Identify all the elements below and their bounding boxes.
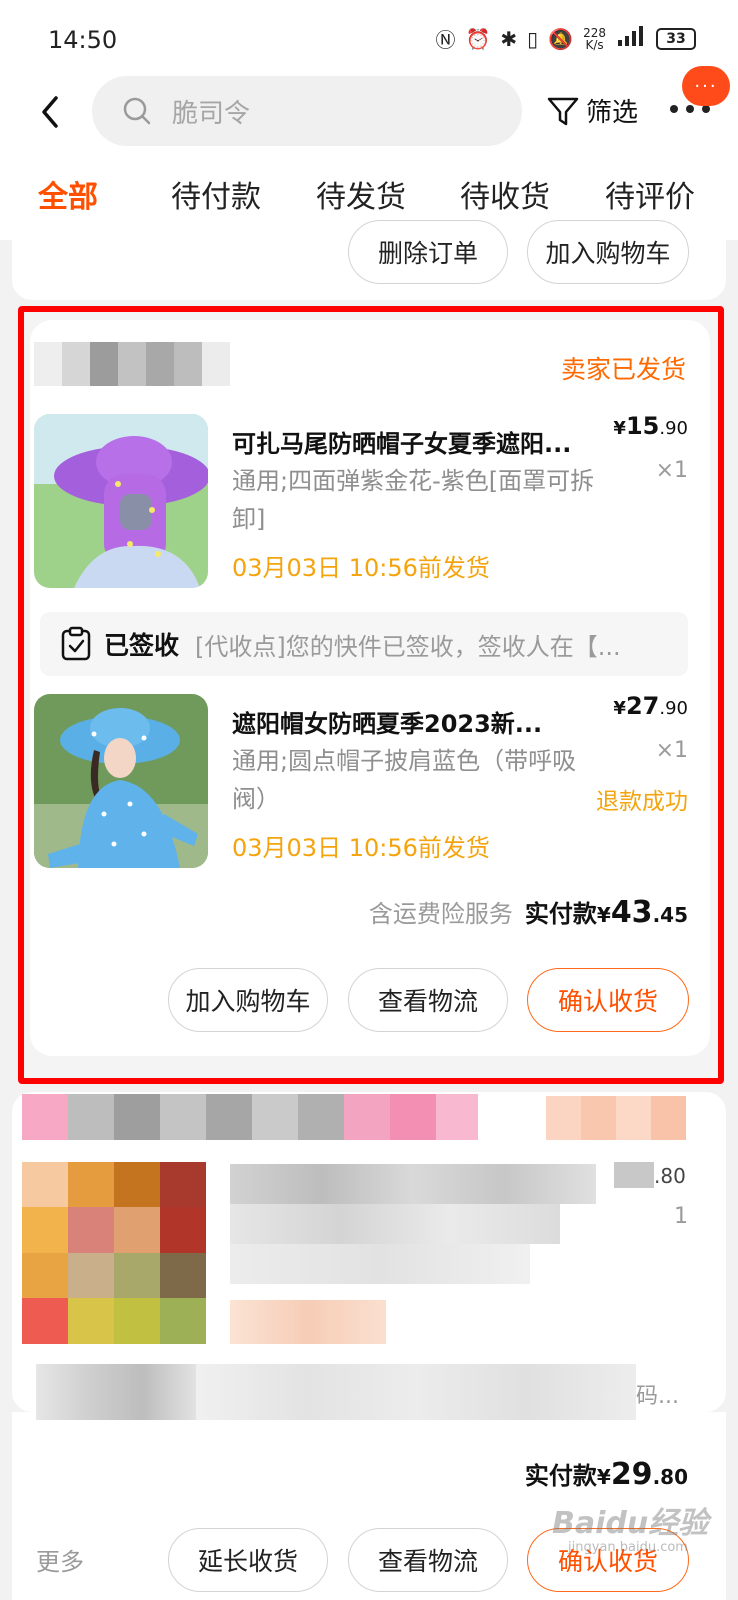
back-arrow-icon — [42, 96, 58, 128]
battery-icon: 33 — [656, 27, 696, 50]
product-image-1[interactable] — [34, 414, 208, 588]
search-input[interactable]: 脆司令 — [92, 76, 522, 146]
product-image-2[interactable] — [34, 694, 208, 868]
net-speed: 228 K/s — [583, 27, 606, 51]
product-qty-2: ×1 — [655, 738, 688, 763]
next-ship-time-blurred — [230, 1300, 386, 1344]
filter-label: 筛选 — [586, 98, 639, 128]
next-order-total: 实付款 ¥ 29 .80 — [525, 1456, 688, 1492]
alarm-icon: ⏰ — [465, 26, 491, 51]
ship-time-1: 03月03日 10:56前发货 — [232, 554, 490, 582]
filter-button[interactable]: 筛选 — [546, 92, 638, 129]
total-currency: ¥ — [596, 903, 611, 927]
filter-icon — [547, 97, 579, 125]
next-qty-partial: 1 — [674, 1204, 688, 1229]
search-icon — [123, 97, 151, 125]
next-shop-name-blurred — [22, 1094, 478, 1140]
logistics-detail: [代收点]您的快件已签收，签收人在【... — [195, 632, 621, 661]
blue-dotted-sun-hat-photo — [34, 694, 208, 868]
status-icons: Ⓝ ⏰ ✱ ▯ 🔕 228 K/s 33 — [435, 24, 696, 53]
search-placeholder: 脆司令 — [172, 98, 251, 129]
total-amount-int: 43 — [610, 895, 653, 930]
prev-add-to-cart-button[interactable]: 加入购物车 — [527, 220, 689, 284]
tab-pending-review[interactable]: 待评价 — [605, 172, 695, 216]
back-button[interactable] — [34, 92, 70, 132]
price-int-2: 27 — [625, 692, 660, 720]
add-to-cart-button[interactable]: 加入购物车 — [168, 968, 328, 1032]
total-amount-cents: .45 — [652, 903, 688, 927]
message-badge[interactable]: ··· — [682, 66, 730, 106]
product-price-2: ¥27.90 — [613, 692, 688, 720]
refund-status[interactable]: 退款成功 — [596, 782, 688, 816]
signal-icon — [616, 25, 646, 52]
next-logistics-blurred[interactable] — [36, 1364, 636, 1420]
product-title-1[interactable]: 可扎马尾防晒帽子女夏季遮阳... — [232, 424, 571, 459]
product-title-2[interactable]: 遮阳帽女防晒夏季2023新... — [232, 704, 542, 739]
mute-icon: 🔕 — [548, 26, 574, 51]
delete-order-button[interactable]: 删除订单 — [348, 220, 508, 284]
total-label: 实付款 — [524, 900, 597, 928]
next-total-currency: ¥ — [596, 1465, 611, 1489]
next-view-logistics-button[interactable]: 查看物流 — [348, 1528, 508, 1592]
extend-receipt-button[interactable]: 延长收货 — [168, 1528, 328, 1592]
next-total-label: 实付款 — [524, 1462, 597, 1490]
next-price-partial: .80 — [654, 1164, 686, 1188]
price-int-1: 15 — [625, 412, 660, 440]
shipping-insurance-note: 含运费险服务 — [368, 900, 513, 928]
tab-pending-payment[interactable]: 待付款 — [171, 172, 261, 216]
next-total-int: 29 — [610, 1457, 653, 1492]
status-time: 14:50 — [48, 26, 118, 54]
view-logistics-button[interactable]: 查看物流 — [348, 968, 508, 1032]
product-spec-1: 通用;四面弹紫金花-紫色[面罩可拆卸] — [232, 467, 595, 533]
next-product-info-blurred — [230, 1164, 596, 1284]
logistics-row[interactable]: 已签收 [代收点]您的快件已签收，签收人在【... — [40, 612, 688, 676]
currency-symbol: ¥ — [613, 418, 626, 439]
tab-pending-receipt[interactable]: 待收货 — [460, 172, 550, 216]
tab-pending-shipment[interactable]: 待发货 — [316, 172, 406, 216]
product-spec-2: 通用;圆点帽子披肩蓝色（带呼吸阀） — [232, 747, 577, 813]
price-cents-1: .90 — [659, 418, 688, 439]
net-speed-unit: K/s — [585, 37, 604, 52]
purple-sun-hat-photo — [34, 414, 208, 588]
next-order-status-blurred — [546, 1096, 686, 1140]
product-price-1: ¥15.90 — [613, 412, 688, 440]
bluetooth-icon: ✱ — [500, 26, 518, 51]
clipboard-check-icon — [61, 626, 91, 661]
next-total-cents: .80 — [652, 1465, 688, 1489]
tab-all[interactable]: 全部 — [38, 172, 98, 216]
next-product-image-blurred[interactable] — [22, 1162, 206, 1344]
order-total: 含运费险服务 实付款 ¥ 43 .45 — [369, 894, 688, 930]
currency-symbol: ¥ — [613, 698, 626, 719]
next-price-blurred — [614, 1162, 654, 1188]
nfc-icon: Ⓝ — [435, 28, 456, 52]
ship-time-2: 03月03日 10:56前发货 — [232, 834, 490, 862]
shop-name-blurred — [34, 342, 230, 386]
price-cents-2: .90 — [659, 698, 688, 719]
logistics-status-label: 已签收 — [104, 631, 180, 660]
vibrate-icon: ▯ — [527, 26, 539, 51]
baidu-watermark: Baidu经验 — [552, 1506, 709, 1541]
baidu-watermark-url: jingyan.baidu.com — [568, 1540, 688, 1555]
next-logistics-partial: 码... — [636, 1384, 679, 1409]
more-link[interactable]: 更多 — [36, 1542, 84, 1577]
order-status: 卖家已发货 — [560, 355, 686, 384]
product-qty-1: ×1 — [655, 458, 688, 483]
confirm-receipt-button[interactable]: 确认收货 — [527, 968, 689, 1032]
